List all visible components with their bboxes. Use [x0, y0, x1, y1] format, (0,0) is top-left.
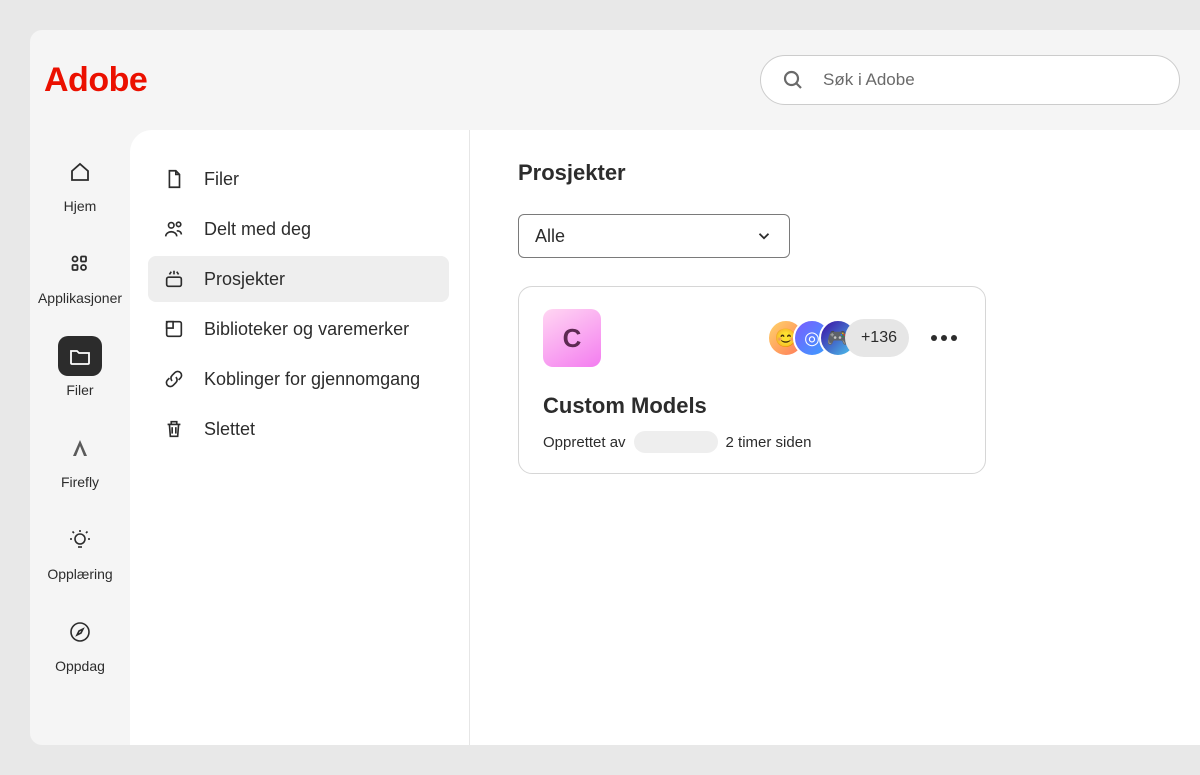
- rail-label: Filer: [66, 382, 93, 398]
- filter-select[interactable]: Alle: [518, 214, 790, 258]
- rail-item-discover[interactable]: Oppdag: [35, 612, 125, 674]
- side-panel: Filer Delt med deg Prosjekter Biblioteke…: [130, 130, 470, 745]
- firefly-icon: [68, 436, 92, 460]
- sidebar-item-label: Filer: [204, 169, 239, 190]
- people-icon: [163, 218, 185, 240]
- rail-item-apps[interactable]: Applikasjoner: [35, 244, 125, 306]
- rail-item-learn[interactable]: Opplæring: [35, 520, 125, 582]
- card-right: 😊 ◎ 🎮 +136: [767, 319, 961, 357]
- rail-item-firefly[interactable]: Firefly: [35, 428, 125, 490]
- search-box[interactable]: [760, 55, 1180, 105]
- page-title: Prosjekter: [518, 160, 1152, 186]
- content-panel: Filer Delt med deg Prosjekter Biblioteke…: [130, 130, 1200, 745]
- trash-icon: [163, 418, 185, 440]
- rail-label: Hjem: [64, 198, 97, 214]
- sidebar-item-deleted[interactable]: Slettet: [148, 406, 449, 452]
- project-name: Custom Models: [543, 393, 961, 419]
- sidebar-item-projects[interactable]: Prosjekter: [148, 256, 449, 302]
- avatar-overflow-count: +136: [845, 319, 909, 357]
- sidebar-item-reviews[interactable]: Koblinger for gjennomgang: [148, 356, 449, 402]
- sidebar-item-shared[interactable]: Delt med deg: [148, 206, 449, 252]
- member-avatars[interactable]: 😊 ◎ 🎮 +136: [767, 319, 909, 357]
- project-meta: Opprettet av 2 timer siden: [543, 431, 961, 453]
- sidebar-item-label: Koblinger for gjennomgang: [204, 369, 420, 390]
- rail-label: Firefly: [61, 474, 99, 490]
- home-icon: [68, 160, 92, 184]
- sidebar-item-files[interactable]: Filer: [148, 156, 449, 202]
- sidebar-item-libraries[interactable]: Biblioteker og varemerker: [148, 306, 449, 352]
- left-rail: Hjem Applikasjoner Filer Firefly: [30, 130, 130, 745]
- search-wrap: [760, 55, 1180, 105]
- card-top: C 😊 ◎ 🎮 +136: [543, 309, 961, 367]
- dots-icon: [931, 335, 937, 341]
- creator-name-redacted: [634, 431, 718, 453]
- sidebar-item-label: Prosjekter: [204, 269, 285, 290]
- search-input[interactable]: [823, 70, 1159, 90]
- chevron-down-icon: [755, 227, 773, 245]
- sidebar-item-label: Biblioteker og varemerker: [204, 319, 409, 340]
- rail-item-home[interactable]: Hjem: [35, 152, 125, 214]
- search-icon: [781, 68, 805, 92]
- side-list: Filer Delt med deg Prosjekter Biblioteke…: [148, 156, 449, 452]
- time-ago: 2 timer siden: [726, 434, 812, 451]
- main-area: Prosjekter Alle C 😊 ◎ 🎮 +136: [470, 130, 1200, 745]
- lightbulb-icon: [68, 528, 92, 552]
- rail-item-files[interactable]: Filer: [35, 336, 125, 398]
- apps-icon: [68, 252, 92, 276]
- rail-label: Oppdag: [55, 658, 105, 674]
- body-row: Hjem Applikasjoner Filer Firefly: [30, 130, 1200, 745]
- compass-icon: [68, 620, 92, 644]
- project-card[interactable]: C 😊 ◎ 🎮 +136: [518, 286, 986, 474]
- rail-label: Opplæring: [47, 566, 112, 582]
- rail-label: Applikasjoner: [38, 290, 122, 306]
- filter-selected: Alle: [535, 226, 565, 247]
- app-window: Adobe Hjem Applikasjoner: [30, 30, 1200, 745]
- project-thumbnail: C: [543, 309, 601, 367]
- file-icon: [163, 168, 185, 190]
- sidebar-item-label: Slettet: [204, 419, 255, 440]
- link-icon: [163, 368, 185, 390]
- adobe-logo[interactable]: Adobe: [44, 61, 147, 100]
- created-by-label: Opprettet av: [543, 434, 626, 451]
- sidebar-item-label: Delt med deg: [204, 219, 311, 240]
- more-menu-button[interactable]: [927, 331, 961, 345]
- library-icon: [163, 318, 185, 340]
- folder-icon: [68, 344, 92, 368]
- top-bar: Adobe: [30, 30, 1200, 130]
- projects-icon: [163, 268, 185, 290]
